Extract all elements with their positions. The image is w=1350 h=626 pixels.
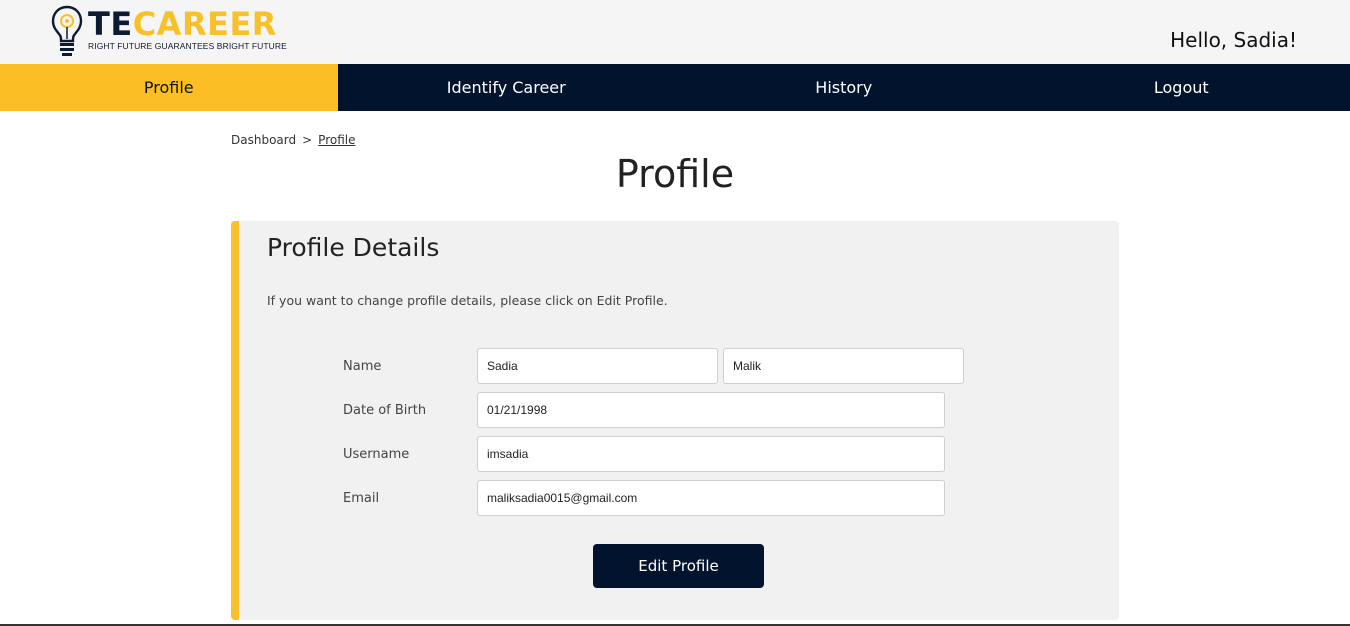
card-instructions: If you want to change profile details, p… <box>267 293 668 308</box>
dob-label: Date of Birth <box>343 403 427 418</box>
name-label: Name <box>343 359 382 374</box>
email-label: Email <box>343 491 380 506</box>
logo-tagline: RIGHT FUTURE GUARANTEES BRIGHT FUTURE <box>88 41 287 51</box>
profile-details-card: Profile Details If you want to change pr… <box>231 221 1119 620</box>
email-field[interactable]: maliksadia0015@gmail.com <box>477 480 945 516</box>
breadcrumb: Dashboard > Profile <box>231 133 355 147</box>
breadcrumb-separator: > <box>302 133 313 147</box>
first-name-field[interactable]: Sadia <box>477 348 718 384</box>
logo-te: TE <box>88 5 133 43</box>
user-greeting: Hello, Sadia! <box>1170 28 1297 52</box>
breadcrumb-profile[interactable]: Profile <box>318 133 355 147</box>
edit-profile-button[interactable]: Edit Profile <box>593 544 764 588</box>
main-nav: Profile Identify Career History Logout <box>0 64 1350 111</box>
username-field[interactable]: imsadia <box>477 436 945 472</box>
nav-item-profile[interactable]: Profile <box>0 64 338 111</box>
nav-item-logout[interactable]: Logout <box>1013 64 1350 111</box>
nav-item-history[interactable]: History <box>675 64 1013 111</box>
tecareer-logo[interactable]: TECAREER RIGHT FUTURE GUARANTEES BRIGHT … <box>50 5 290 61</box>
site-header: TECAREER RIGHT FUTURE GUARANTEES BRIGHT … <box>0 0 1350 64</box>
logo-career: CAREER <box>132 5 277 43</box>
lightbulb-icon <box>51 5 83 56</box>
breadcrumb-dashboard[interactable]: Dashboard <box>231 133 296 147</box>
nav-item-identify-career[interactable]: Identify Career <box>338 64 676 111</box>
card-title: Profile Details <box>267 233 440 262</box>
dob-field[interactable]: 01/21/1998 <box>477 392 945 428</box>
last-name-field[interactable]: Malik <box>723 348 964 384</box>
logo-wordmark: TECAREER <box>88 7 277 41</box>
page-title: Profile <box>615 152 735 196</box>
username-label: Username <box>343 447 410 462</box>
